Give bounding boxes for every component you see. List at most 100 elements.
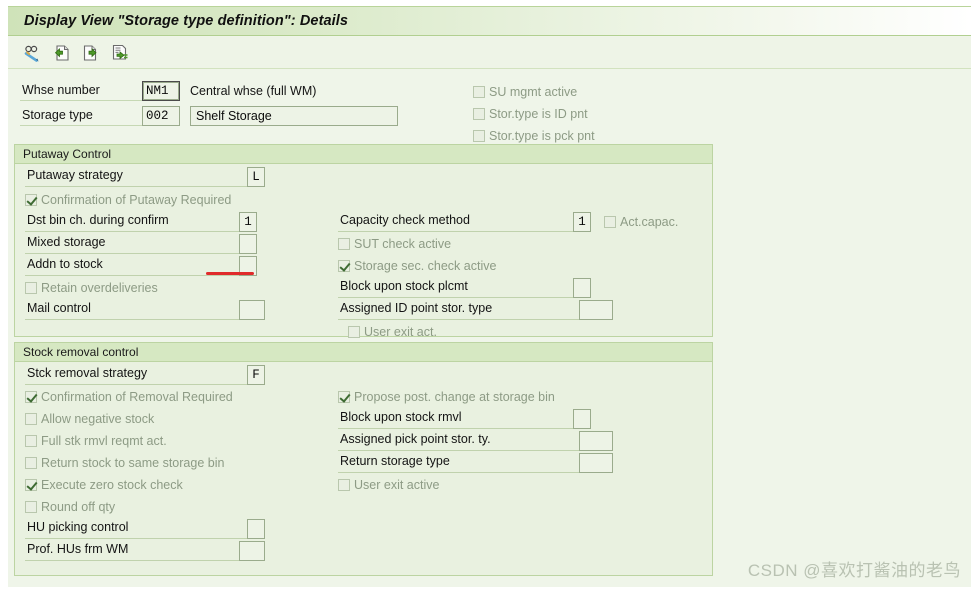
su-mgmt-active-label: SU mgmt active	[489, 85, 577, 99]
storage-sec-check-label: Storage sec. check active	[354, 259, 496, 273]
whse-number-label: Whse number	[20, 80, 142, 101]
return-storage-type-label: Return storage type	[338, 452, 579, 473]
act-capac-label: Act.capac.	[620, 215, 678, 229]
full-stk-rmvl-checkbox[interactable]	[25, 435, 37, 447]
stock-removal-control-group: Stock removal control Stck removal strat…	[14, 342, 713, 576]
dst-bin-change-input[interactable]: 1	[239, 212, 257, 232]
confirmation-putaway-label: Confirmation of Putaway Required	[41, 193, 231, 207]
round-off-qty-row[interactable]: Round off qty	[25, 496, 115, 517]
capacity-check-method-row: Capacity check method 1	[338, 211, 591, 232]
page-gutter-bottom	[0, 587, 971, 591]
removal-user-exit-label: User exit active	[354, 478, 439, 492]
execute-zero-stock-check-label: Execute zero stock check	[41, 478, 183, 492]
return-stock-same-bin-checkbox[interactable]	[25, 457, 37, 469]
allow-negative-stock-row[interactable]: Allow negative stock	[25, 408, 154, 429]
stor-type-id-pnt-row[interactable]: Stor.type is ID pnt	[473, 103, 595, 125]
return-stock-same-bin-row[interactable]: Return stock to same storage bin	[25, 452, 224, 473]
header-checkbox-group: SU mgmt active Stor.type is ID pnt Stor.…	[473, 81, 595, 147]
storage-sec-check-row[interactable]: Storage sec. check active	[338, 255, 496, 276]
act-capac-row[interactable]: Act.capac.	[604, 211, 678, 232]
confirmation-putaway-row[interactable]: Confirmation of Putaway Required	[25, 189, 231, 210]
round-off-qty-checkbox[interactable]	[25, 501, 37, 513]
act-capac-checkbox[interactable]	[604, 216, 616, 228]
propose-post-change-row[interactable]: Propose post. change at storage bin	[338, 386, 555, 407]
propose-post-change-checkbox[interactable]	[338, 391, 350, 403]
storage-type-label: Storage type	[20, 105, 142, 126]
confirmation-putaway-checkbox[interactable]	[25, 194, 37, 206]
removal-user-exit-checkbox[interactable]	[338, 479, 350, 491]
block-upon-stock-rmvl-input[interactable]	[573, 409, 591, 429]
storage-sec-check-checkbox[interactable]	[338, 260, 350, 272]
page-gutter-left	[0, 0, 8, 591]
su-mgmt-active-checkbox[interactable]	[473, 86, 485, 98]
storage-type-description-input[interactable]: Shelf Storage	[190, 106, 398, 126]
confirmation-removal-checkbox[interactable]	[25, 391, 37, 403]
stock-removal-control-body: Stck removal strategy F Confirmation of …	[15, 362, 712, 574]
putaway-strategy-row: Putaway strategy L	[25, 166, 265, 187]
assigned-pick-point-row: Assigned pick point stor. ty.	[338, 430, 613, 451]
stor-type-pck-pnt-checkbox[interactable]	[473, 130, 485, 142]
details-icon[interactable]	[109, 42, 131, 64]
window-title-bar: Display View "Storage type definition": …	[8, 6, 971, 36]
putaway-user-exit-label: User exit act.	[364, 325, 437, 339]
previous-entry-icon[interactable]	[51, 42, 73, 64]
application-toolbar	[8, 37, 971, 69]
confirmation-removal-row[interactable]: Confirmation of Removal Required	[25, 386, 233, 407]
prof-hus-frm-wm-row: Prof. HUs frm WM	[25, 540, 265, 561]
assigned-pick-point-label: Assigned pick point stor. ty.	[338, 430, 579, 451]
round-off-qty-label: Round off qty	[41, 500, 115, 514]
putaway-control-body: Putaway strategy L Confirmation of Putaw…	[15, 164, 712, 335]
whse-number-description: Central whse (full WM)	[190, 84, 316, 98]
display-change-icon[interactable]	[22, 42, 44, 64]
dst-bin-change-row: Dst bin ch. during confirm 1	[25, 211, 257, 232]
header-fields: Whse number NM1 Central whse (full WM) S…	[20, 80, 398, 130]
sut-check-active-row[interactable]: SUT check active	[338, 233, 451, 254]
return-storage-type-input[interactable]	[579, 453, 613, 473]
putaway-user-exit-checkbox[interactable]	[348, 326, 360, 338]
mixed-storage-row: Mixed storage	[25, 233, 257, 254]
csdn-watermark: CSDN @喜欢打酱油的老鸟	[748, 556, 961, 581]
assigned-id-point-input[interactable]	[579, 300, 613, 320]
hu-picking-control-label: HU picking control	[25, 518, 247, 539]
execute-zero-stock-check-checkbox[interactable]	[25, 479, 37, 491]
retain-overdeliveries-row[interactable]: Retain overdeliveries	[25, 277, 158, 298]
capacity-check-method-label: Capacity check method	[338, 211, 573, 232]
retain-overdeliveries-checkbox[interactable]	[25, 282, 37, 294]
mixed-storage-input[interactable]	[239, 234, 257, 254]
confirmation-removal-label: Confirmation of Removal Required	[41, 390, 233, 404]
next-entry-icon[interactable]	[80, 42, 102, 64]
block-upon-stock-plcmt-row: Block upon stock plcmt	[338, 277, 591, 298]
allow-negative-stock-checkbox[interactable]	[25, 413, 37, 425]
prof-hus-frm-wm-input[interactable]	[239, 541, 265, 561]
whse-number-input[interactable]: NM1	[142, 81, 180, 101]
sut-check-active-checkbox[interactable]	[338, 238, 350, 250]
execute-zero-stock-check-row[interactable]: Execute zero stock check	[25, 474, 183, 495]
putaway-user-exit-row[interactable]: User exit act.	[348, 321, 437, 342]
page-title: Display View "Storage type definition": …	[24, 13, 348, 29]
putaway-strategy-input[interactable]: L	[247, 167, 265, 187]
capacity-check-method-input[interactable]: 1	[573, 212, 591, 232]
stor-type-id-pnt-checkbox[interactable]	[473, 108, 485, 120]
full-stk-rmvl-row[interactable]: Full stk rmvl reqmt act.	[25, 430, 167, 451]
storage-type-input[interactable]: 002	[142, 106, 180, 126]
putaway-strategy-label: Putaway strategy	[25, 166, 247, 187]
mixed-storage-label: Mixed storage	[25, 233, 239, 254]
allow-negative-stock-label: Allow negative stock	[41, 412, 154, 426]
hu-picking-control-input[interactable]	[247, 519, 265, 539]
hu-picking-control-row: HU picking control	[25, 518, 265, 539]
dst-bin-change-label: Dst bin ch. during confirm	[25, 211, 239, 232]
stock-removal-strategy-input[interactable]: F	[247, 365, 265, 385]
assigned-pick-point-input[interactable]	[579, 431, 613, 451]
putaway-control-header: Putaway Control	[15, 145, 712, 164]
prof-hus-frm-wm-label: Prof. HUs frm WM	[25, 540, 239, 561]
mail-control-input[interactable]	[239, 300, 265, 320]
su-mgmt-active-row[interactable]: SU mgmt active	[473, 81, 595, 103]
stor-type-pck-pnt-label: Stor.type is pck pnt	[489, 129, 595, 143]
removal-user-exit-row[interactable]: User exit active	[338, 474, 439, 495]
return-storage-type-row: Return storage type	[338, 452, 613, 473]
block-upon-stock-plcmt-label: Block upon stock plcmt	[338, 277, 573, 298]
annotation-underline-addn-to-stock	[206, 272, 254, 275]
block-upon-stock-plcmt-input[interactable]	[573, 278, 591, 298]
stock-removal-strategy-row: Stck removal strategy F	[25, 364, 265, 385]
stock-removal-control-header: Stock removal control	[15, 343, 712, 362]
